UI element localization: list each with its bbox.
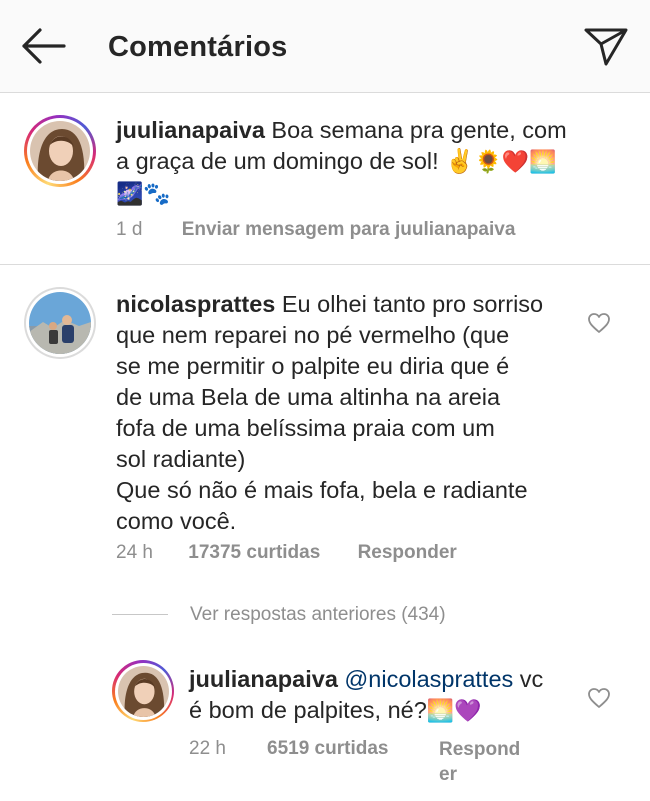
comment-like-button[interactable] bbox=[587, 312, 611, 334]
reply-username[interactable]: juulianapaiva bbox=[189, 666, 338, 692]
arrow-left-icon bbox=[22, 28, 66, 64]
comment-line-4: de uma Bela de uma altinha na areia bbox=[116, 384, 501, 410]
comment-line-5: fofa de uma belíssima praia com um bbox=[116, 415, 495, 441]
paper-plane-icon bbox=[584, 28, 628, 66]
profile-photo-icon bbox=[30, 121, 90, 181]
back-button[interactable] bbox=[18, 26, 68, 66]
caption-meta: 1 d Enviar mensagem para juulianapaiva bbox=[116, 218, 515, 242]
reply-reply-button[interactable]: Respond er bbox=[439, 737, 520, 787]
comment-line-6: sol radiante) bbox=[116, 446, 246, 472]
reply-reply-line-1: Respond bbox=[439, 739, 521, 760]
caption-avatar[interactable] bbox=[24, 115, 96, 187]
heart-icon bbox=[588, 688, 610, 708]
reply-mention[interactable]: @nicolasprattes bbox=[344, 666, 513, 692]
reply-likes[interactable]: 6519 curtidas bbox=[267, 737, 388, 761]
reply-line-1-rest: vc bbox=[513, 666, 544, 692]
comment-likes[interactable]: 17375 curtidas bbox=[188, 542, 320, 563]
caption-username[interactable]: juulianapaiva bbox=[116, 117, 265, 143]
page-title: Comentários bbox=[108, 31, 288, 63]
heart-icon bbox=[588, 313, 610, 333]
comment-text: nicolasprattes Eu olhei tanto pro sorris… bbox=[116, 289, 586, 537]
send-message-link[interactable]: Enviar mensagem para juulianapaiva bbox=[182, 219, 516, 240]
caption-emojis-line-3: 🌌🐾 bbox=[116, 182, 171, 207]
caption-emojis: 🌻❤️🌅 bbox=[474, 150, 557, 175]
reply-text: juulianapaiva @nicolasprattes vc é bom d… bbox=[189, 664, 569, 727]
caption-text: juulianapaiva Boa semana pra gente, com … bbox=[116, 115, 606, 210]
reply-like-button[interactable] bbox=[587, 687, 611, 709]
comment-line-1: Eu olhei tanto pro sorriso bbox=[275, 291, 544, 317]
reply-emojis: 🌅💜 bbox=[426, 699, 482, 724]
comment-line-8: como você. bbox=[116, 508, 237, 534]
comment-avatar[interactable] bbox=[24, 287, 96, 359]
caption-line-1: Boa semana pra gente, com bbox=[264, 117, 567, 143]
comment-meta: 24 h 17375 curtidas Responder bbox=[116, 541, 457, 565]
comment-username[interactable]: nicolasprattes bbox=[116, 291, 275, 317]
comment-line-2: que nem reparei no pé vermelho (que bbox=[116, 322, 510, 348]
reply-avatar[interactable] bbox=[112, 660, 174, 722]
caption-time: 1 d bbox=[116, 219, 143, 240]
comment-line-3: se me permitir o palpite eu diria que é bbox=[116, 353, 510, 379]
caption-section: juulianapaiva Boa semana pra gente, com … bbox=[0, 93, 650, 265]
view-previous-replies[interactable]: Ver respostas anteriores (434) bbox=[190, 602, 446, 628]
top-bar: Comentários bbox=[0, 0, 650, 93]
profile-photo-icon bbox=[117, 665, 169, 717]
replies-divider bbox=[112, 614, 168, 615]
reply-time: 22 h bbox=[189, 738, 226, 759]
caption-line-2: a graça de um domingo de sol! ✌️ bbox=[116, 148, 475, 174]
profile-photo-icon bbox=[29, 292, 91, 354]
reply-line-2: é bom de palpites, né? bbox=[189, 697, 427, 723]
comment-reply-button[interactable]: Responder bbox=[358, 542, 457, 563]
comment-time: 24 h bbox=[116, 542, 153, 563]
send-button[interactable] bbox=[582, 26, 630, 68]
reply-reply-line-2: er bbox=[439, 764, 457, 785]
comment-line-7: Que só não é mais fofa, bela e radiante bbox=[116, 477, 528, 503]
